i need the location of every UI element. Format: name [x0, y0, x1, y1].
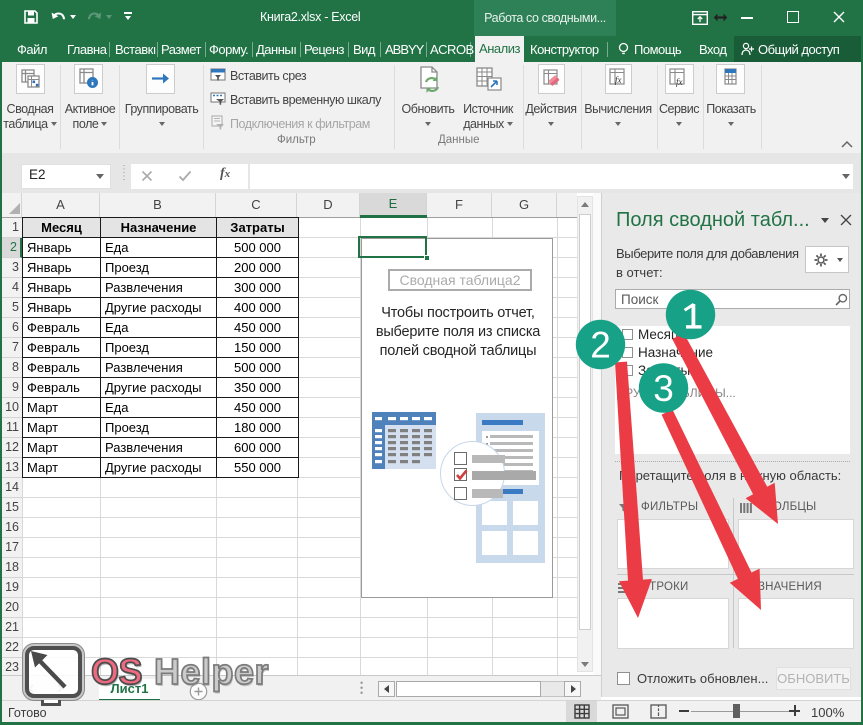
- svg-text:fx: fx: [676, 77, 683, 87]
- svg-text:fx: fx: [615, 75, 622, 85]
